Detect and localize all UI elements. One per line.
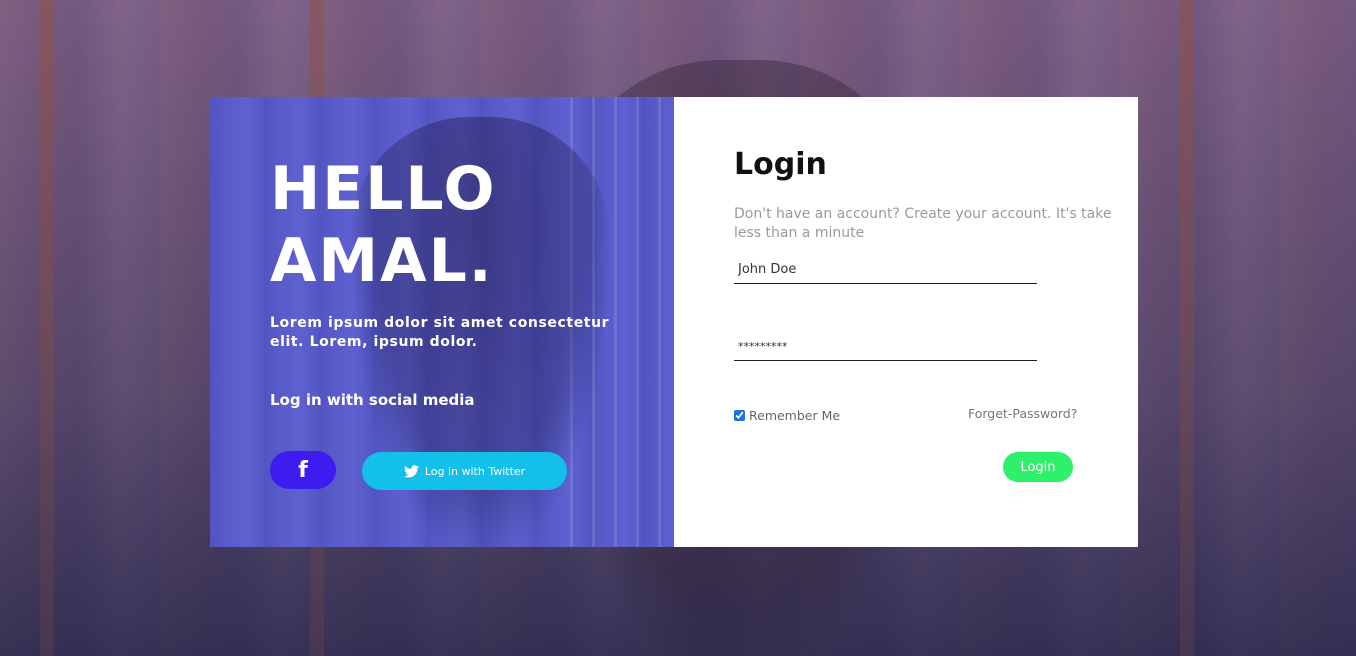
twitter-login-label: Log in with Twitter <box>424 464 526 478</box>
hero-heading-line2: AMAL. <box>270 226 494 296</box>
hero-panel: HELLO AMAL. Lorem ipsum dolor sit amet c… <box>210 97 674 547</box>
login-button[interactable]: Login <box>1003 452 1073 482</box>
name-input[interactable] <box>734 260 1037 284</box>
background-decoration <box>1180 0 1194 656</box>
twitter-login-button[interactable]: Log in with Twitter <box>362 452 567 490</box>
hero-heading: HELLO AMAL. <box>270 153 497 297</box>
remember-me[interactable]: Remember Me <box>734 408 840 423</box>
hero-description: Lorem ipsum dolor sit amet consectetur e… <box>270 315 610 350</box>
social-login-title: Log in with social media <box>270 391 475 409</box>
facebook-login-button[interactable]: f <box>270 451 336 489</box>
facebook-icon: f <box>298 457 308 483</box>
hero-heading-line1: HELLO <box>270 154 497 224</box>
password-input[interactable] <box>734 337 1037 361</box>
remember-me-checkbox[interactable] <box>734 410 745 421</box>
login-form-panel: Login Don't have an account? Create your… <box>674 97 1138 547</box>
background-decoration <box>40 0 54 656</box>
forget-password-link[interactable]: Forget-Password? <box>968 406 1077 421</box>
login-subtitle: Don't have an account? Create your accou… <box>734 206 1112 241</box>
login-card: HELLO AMAL. Lorem ipsum dolor sit amet c… <box>210 97 1138 547</box>
login-title: Login <box>734 147 827 182</box>
remember-me-label: Remember Me <box>749 408 841 423</box>
twitter-icon <box>403 464 419 477</box>
